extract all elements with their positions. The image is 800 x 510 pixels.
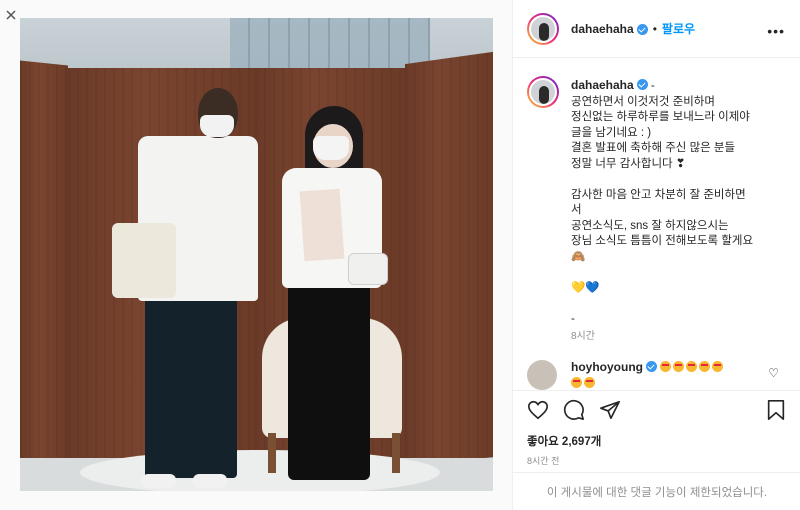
handbag (348, 253, 388, 285)
shoe (193, 474, 227, 488)
comment-emoji-row1 (660, 361, 725, 374)
post-timestamp: 8시간 전 (527, 456, 560, 466)
close-icon[interactable] (6, 10, 16, 20)
woman-pants (288, 280, 370, 480)
commenter-username[interactable]: hoyhoyoung (571, 360, 643, 374)
heart-icon[interactable] (527, 399, 549, 421)
caption-username[interactable]: dahaehaha (571, 78, 634, 92)
comment-icon[interactable] (563, 399, 585, 421)
tote-bag (112, 223, 176, 298)
wood-panel-right (405, 51, 493, 470)
comment-item: hoyhoyoung ♡ (527, 358, 789, 390)
caption-text: 공연하면서 이것저것 준비하며 정신없는 하루하루를 보내느라 이제야 글을 남… (571, 95, 754, 325)
chair-leg (392, 433, 400, 473)
post-header: dahaehaha • 팔로우 ••• (513, 0, 800, 58)
man-mask (200, 115, 234, 137)
likes-count[interactable]: 좋아요 2,697개 (527, 433, 601, 449)
post-photo[interactable] (20, 18, 493, 491)
post-media (0, 0, 512, 510)
comment-emoji-row2 (571, 377, 597, 390)
verified-badge-icon (636, 24, 648, 35)
comment-like-icon[interactable]: ♡ (768, 366, 779, 380)
caption-body: dahaehaha - 공연하면서 이것저것 준비하며 정신없는 하루하루를 보… (571, 78, 796, 327)
shoe (142, 474, 176, 488)
chair-leg (268, 433, 276, 473)
post-sidebar: dahaehaha • 팔로우 ••• dahaehaha - 공연하면서 이것… (512, 0, 800, 510)
verified-badge-icon (636, 79, 648, 90)
separator-dot: • (652, 21, 657, 36)
paper-sheet (299, 188, 345, 262)
wood-panel-left (20, 60, 68, 466)
bookmark-icon[interactable] (765, 399, 787, 421)
follow-button[interactable]: 팔로우 (662, 20, 695, 37)
verified-badge-icon (646, 361, 657, 372)
caption-avatar[interactable] (527, 76, 559, 108)
caption-lead: - (650, 80, 655, 92)
comment-text: hoyhoyoung (571, 360, 725, 392)
comments-disabled-notice: 이 게시물에 대한 댓글 기능이 제한되었습니다. (513, 472, 800, 510)
more-options-icon[interactable]: ••• (767, 23, 785, 39)
rug (80, 450, 440, 491)
man-pants (145, 298, 237, 478)
post-actions: 좋아요 2,697개 8시간 전 이 게시물에 대한 댓글 기능이 제한되었습니… (513, 390, 800, 510)
caption-time: 8시간 (571, 331, 595, 342)
woman-mask (313, 136, 349, 160)
author-avatar[interactable] (527, 12, 559, 45)
commenter-avatar[interactable] (527, 360, 557, 390)
share-icon[interactable] (599, 399, 621, 421)
author-username[interactable]: dahaehaha (571, 22, 634, 36)
